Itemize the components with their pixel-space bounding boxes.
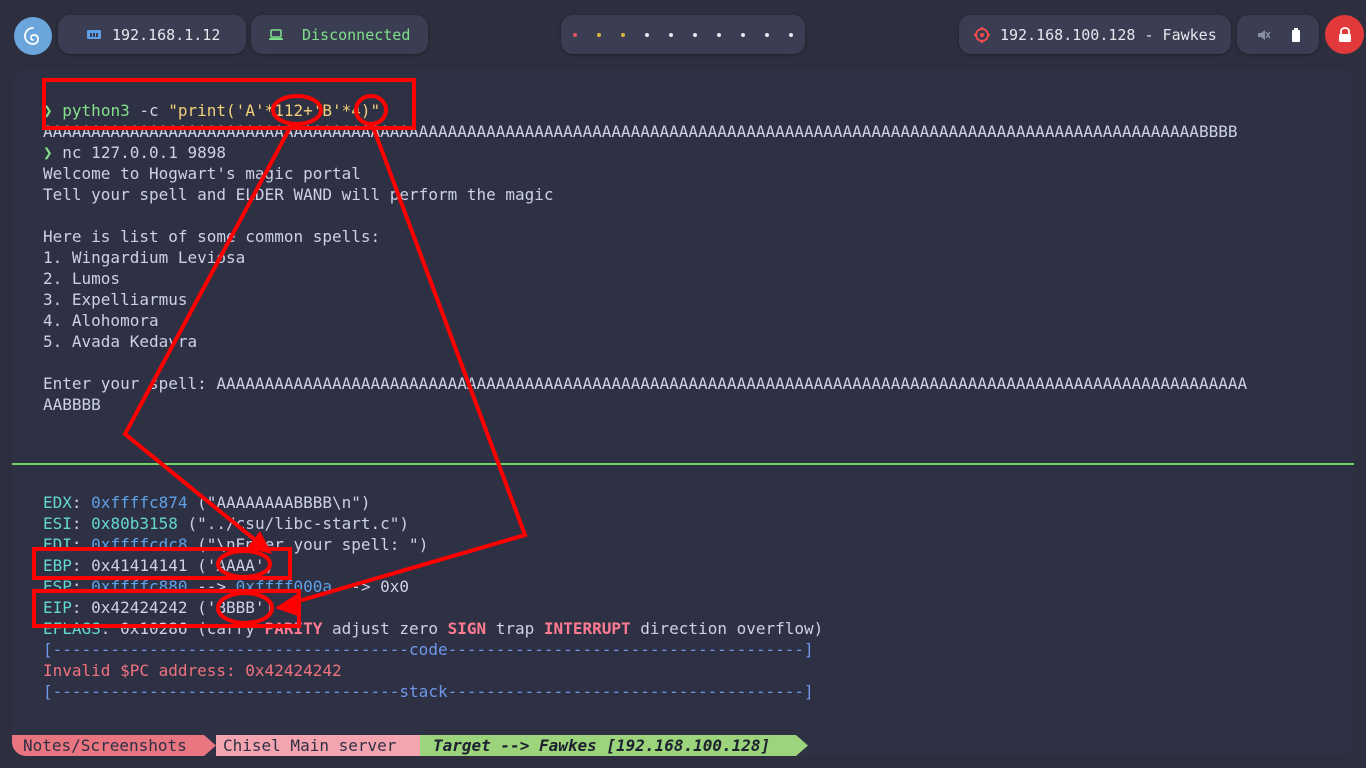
flags-text: direction overflow) xyxy=(630,619,824,638)
battery-icon[interactable] xyxy=(1291,27,1301,42)
host-ip-widget[interactable]: 192.168.1.12 xyxy=(58,15,246,54)
spell-input-continuation: AABBBB xyxy=(43,395,101,414)
register-name: EFLAGS xyxy=(43,619,101,638)
command-program: python3 xyxy=(62,101,130,120)
register-name: EDX xyxy=(43,493,72,512)
status-segment-notes[interactable]: Notes/Screenshots xyxy=(12,735,204,756)
workspace-dot-8[interactable] xyxy=(741,32,745,37)
register-value: 0x42424242 xyxy=(91,598,188,617)
workspace-dot-1[interactable] xyxy=(573,32,577,37)
stack-section-separator: [------------------------------------sta… xyxy=(43,682,814,701)
prompt-icon: ❯ xyxy=(43,101,53,120)
register-edi: EDI: 0xffffcdc8 ("\nEnter your spell: ") xyxy=(43,535,429,554)
workspace-dot-10[interactable] xyxy=(789,32,793,37)
workspace-dot-3[interactable] xyxy=(621,32,625,37)
register-eip: EIP: 0x42424242 ('BBBB') xyxy=(43,598,275,617)
register-description: ("\nEnter your spell: ") xyxy=(187,535,429,554)
instruction-text: Tell your spell and ELDER WAND will perf… xyxy=(43,185,554,204)
network-icon xyxy=(87,29,101,39)
tmux-status-bar: Notes/Screenshots Chisel Main server Tar… xyxy=(12,735,1354,756)
spell-list-item: 5. Avada Kedavra xyxy=(43,332,198,351)
volume-muted-icon[interactable] xyxy=(1257,28,1271,42)
lock-icon xyxy=(1338,26,1351,42)
register-edx: EDX: 0xffffc874 ("AAAAAAAABBBB\n") xyxy=(43,493,371,512)
top-bar: 192.168.1.12 Disconnected 192.168.100.12… xyxy=(0,0,1366,68)
flag-interrupt: INTERRUPT xyxy=(543,619,631,638)
workspace-dot-4[interactable] xyxy=(645,32,649,37)
spell-input-label: Enter your spell: xyxy=(43,374,217,393)
register-address: 0x80b3158 xyxy=(91,514,178,533)
debian-launcher-button[interactable] xyxy=(14,17,52,55)
register-eflags: EFLAGS: 0x10286 (carry PARITY adjust zer… xyxy=(43,619,824,638)
register-value: 0x41414141 xyxy=(91,556,188,575)
register-name: ESP xyxy=(43,577,72,596)
register-ebp: EBP: 0x41414141 ('AAAA') xyxy=(43,556,275,575)
target-icon xyxy=(974,26,990,43)
debian-icon xyxy=(24,27,39,45)
invalid-pc-message: Invalid $PC address: 0x42424242 xyxy=(43,661,342,680)
flags-text: trap xyxy=(486,619,544,638)
register-address: 0xffffc874 xyxy=(91,493,188,512)
command-text: nc 127.0.0.1 9898 xyxy=(62,143,227,162)
command-argument: "print('A'*112+'B'*4)" xyxy=(168,101,381,120)
register-esp: ESP: 0xffffc880 --> 0xffff000a --> 0x0 xyxy=(43,577,410,596)
command-line-python: ❯ python3 -c "print('A'*112+'B'*4)" xyxy=(43,100,380,121)
terminal-window[interactable]: ❯ python3 -c "print('A'*112+'B'*4)" AAAA… xyxy=(12,68,1354,756)
flags-text: (carry xyxy=(187,619,265,638)
payload-output: AAAAAAAAAAAAAAAAAAAAAAAAAAAAAAAAAAAAAAAA… xyxy=(43,122,1238,141)
workspace-dot-9[interactable] xyxy=(765,32,769,37)
vpn-status-text: Disconnected xyxy=(302,25,411,44)
spell-list-item: 1. Wingardium Leviosa xyxy=(43,248,246,267)
host-ip-text: 192.168.1.12 xyxy=(112,25,221,44)
laptop-icon xyxy=(269,28,283,40)
spell-list-item: 2. Lumos xyxy=(43,269,121,288)
prompt-icon: ❯ xyxy=(43,143,53,162)
system-tray xyxy=(1237,15,1319,54)
spell-input-line: Enter your spell: AAAAAAAAAAAAAAAAAAAAAA… xyxy=(43,373,1247,394)
register-description: ('BBBB') xyxy=(187,598,275,617)
status-segment-chisel[interactable]: Chisel Main server xyxy=(216,735,420,756)
register-esi: ESI: 0x80b3158 ("../csu/libc-start.c") xyxy=(43,514,410,533)
register-address: 0xffff000a xyxy=(235,577,332,596)
register-value: 0x10286 xyxy=(120,619,188,638)
register-address: 0xffffcdc8 xyxy=(91,535,188,554)
register-address: 0xffffc880 xyxy=(91,577,188,596)
workspace-dot-5[interactable] xyxy=(669,32,673,37)
register-name: EIP xyxy=(43,598,72,617)
workspace-dot-7[interactable] xyxy=(717,32,721,37)
welcome-text: Welcome to Hogwart's magic portal xyxy=(43,164,361,183)
flag-parity: PARITY xyxy=(264,619,323,638)
vpn-status-widget[interactable]: Disconnected xyxy=(251,15,428,54)
workspace-switcher[interactable] xyxy=(561,15,805,54)
register-description: ("AAAAAAAABBBB\n") xyxy=(187,493,371,512)
workspace-dot-6[interactable] xyxy=(693,32,697,37)
register-name: ESI xyxy=(43,514,72,533)
register-name: EBP xyxy=(43,556,72,575)
target-widget[interactable]: 192.168.100.128 - Fawkes xyxy=(959,15,1231,54)
workspace-dot-2[interactable] xyxy=(597,32,601,37)
spell-list-item: 4. Alohomora xyxy=(43,311,159,330)
lock-button[interactable] xyxy=(1325,15,1364,54)
register-description: ("../csu/libc-start.c") xyxy=(177,514,410,533)
register-name: EDI xyxy=(43,535,72,554)
status-segment-target[interactable]: Target --> Fawkes [192.168.100.128] xyxy=(420,735,796,756)
flags-text: adjust zero xyxy=(322,619,448,638)
register-description: --> 0x0 xyxy=(332,577,410,596)
register-pointer-arrow: --> xyxy=(187,577,236,596)
chevron-right-icon xyxy=(796,735,808,756)
flag-sign: SIGN xyxy=(447,619,487,638)
command-flag: -c xyxy=(129,101,169,120)
register-description: ('AAAA') xyxy=(187,556,275,575)
code-section-separator: [-------------------------------------co… xyxy=(43,640,814,659)
spell-list-header: Here is list of some common spells: xyxy=(43,227,381,246)
spell-input-value: AAAAAAAAAAAAAAAAAAAAAAAAAAAAAAAAAAAAAAAA… xyxy=(216,374,1248,393)
target-text: 192.168.100.128 - Fawkes xyxy=(1000,25,1217,44)
chevron-right-icon xyxy=(204,735,216,756)
spell-list-item: 3. Expelliarmus xyxy=(43,290,188,309)
pane-separator[interactable] xyxy=(12,463,1354,465)
command-line-nc: ❯ nc 127.0.0.1 9898 xyxy=(43,142,226,163)
